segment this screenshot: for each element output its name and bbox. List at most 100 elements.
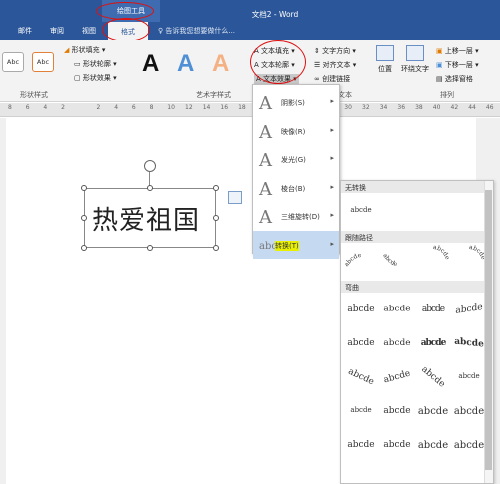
position-button[interactable]: 位置 <box>368 45 402 85</box>
menu-item-label: 映像(R) <box>281 127 306 136</box>
tell-me-search[interactable]: ♀ 告诉我您想要做什么... <box>158 26 235 36</box>
warp-sample[interactable]: abcde <box>344 440 378 450</box>
text-direction-button[interactable]: ⇕ 文字方向 ▾ <box>314 46 356 56</box>
path-sample-button[interactable]: abcde <box>452 245 486 279</box>
wordart-style-black[interactable]: A <box>142 50 159 78</box>
tab-review[interactable]: 审阅 <box>50 26 64 36</box>
gallery-scroll-thumb[interactable] <box>485 190 492 470</box>
path-sample-arch-down[interactable]: abcde <box>380 245 414 279</box>
ruler-tick: 2 <box>61 104 65 111</box>
no-transform-header: 无转换 <box>341 181 485 193</box>
send-backward-icon: ▣ <box>436 61 443 69</box>
wordart-styles-group-label: 艺术字样式 <box>196 91 231 99</box>
shape-outline-button[interactable]: ▭ 形状轮廓 ▾ <box>74 59 117 69</box>
link-icon: ∞ <box>314 75 320 83</box>
menu-item-transform[interactable]: abc 转换(T) ▸ <box>253 230 339 259</box>
shape-style-swatch-2[interactable]: Abc <box>32 52 54 72</box>
wordart-style-blue[interactable]: A <box>177 50 194 78</box>
selection-pane-button[interactable]: ▤ 选择窗格 <box>436 74 473 84</box>
tab-view[interactable]: 视图 <box>82 26 96 36</box>
submenu-arrow-icon: ▸ <box>330 239 334 248</box>
glow-icon: A <box>259 150 272 171</box>
shape-fill-button[interactable]: ◢ 形状填充 ▾ <box>64 45 105 55</box>
warp-sample[interactable]: abcde <box>344 406 378 414</box>
svg-text:abcde: abcde <box>344 252 362 268</box>
warp-sample[interactable]: abcde <box>452 440 486 451</box>
layout-options-icon[interactable] <box>228 191 242 204</box>
path-sample-arch-up[interactable]: abcde <box>344 245 378 279</box>
menu-item-glow[interactable]: A 发光(G) ▸ <box>253 145 339 173</box>
send-backward-button[interactable]: ▣ 下移一层 ▾ <box>436 60 479 70</box>
resize-handle-top-right[interactable] <box>213 185 219 191</box>
shape-outline-icon: ▭ <box>74 60 81 68</box>
warp-sample[interactable]: abcde <box>416 406 450 417</box>
bring-forward-button[interactable]: ▣ 上移一层 ▾ <box>436 46 479 56</box>
rotate-handle-stem <box>149 172 150 186</box>
menu-item-shadow[interactable]: A 阴影(S) ▸ <box>253 88 339 116</box>
arrange-group-label: 排列 <box>440 91 454 99</box>
bevel-icon: A <box>259 178 272 200</box>
wordart-style-orange[interactable]: A <box>212 50 229 78</box>
bring-forward-icon: ▣ <box>436 47 443 55</box>
warp-sample[interactable]: abcde <box>452 372 486 380</box>
warp-sample[interactable]: abcde <box>452 406 486 417</box>
tab-mail[interactable]: 邮件 <box>18 26 32 36</box>
resize-handle-bottom-left[interactable] <box>81 245 87 251</box>
shape-fill-label: 形状填充 ▾ <box>71 46 106 54</box>
warp-sample[interactable]: abcde <box>380 339 414 348</box>
shape-style-swatch-1[interactable]: Abc <box>2 52 24 72</box>
resize-handle-top[interactable] <box>147 185 153 191</box>
shape-styles-group-label: 形状样式 <box>20 91 48 99</box>
ruler-tick: 8 <box>149 104 154 111</box>
resize-handle-top-left[interactable] <box>81 185 87 191</box>
follow-path-header: 跟随路径 <box>341 231 485 243</box>
create-link-button[interactable]: ∞ 创建链接 <box>314 74 350 84</box>
warp-sample[interactable]: abcde <box>416 440 450 451</box>
ruler-tick: 32 <box>362 104 370 111</box>
transform-gallery <box>340 180 494 484</box>
menu-item-label: 转换(T) <box>275 240 299 251</box>
text-box-content[interactable]: 热爱祖国 <box>92 200 200 237</box>
warp-sample[interactable]: abcde <box>344 304 378 314</box>
align-text-icon: ☰ <box>314 61 321 69</box>
ruler-tick: 36 <box>397 104 406 111</box>
shape-effects-button[interactable]: ▢ 形状效果 ▾ <box>74 73 117 83</box>
warp-sample[interactable]: abcde <box>416 338 450 348</box>
wrap-text-button[interactable]: 环绕文字 <box>398 45 432 85</box>
menu-item-label: 阴影(S) <box>281 99 305 107</box>
align-text-button[interactable]: ☰ 对齐文本 ▾ <box>314 60 356 70</box>
warp-sample[interactable]: abcde <box>380 406 414 416</box>
gallery-no-transform[interactable]: abcde <box>344 206 378 214</box>
submenu-arrow-icon: ▸ <box>330 154 334 162</box>
resize-handle-left[interactable] <box>81 215 87 221</box>
warp-sample[interactable]: abcde <box>380 305 414 314</box>
3d-rotation-icon: A <box>259 207 272 228</box>
ruler-tick: 42 <box>450 104 459 111</box>
selection-pane-icon: ▤ <box>436 75 443 83</box>
menu-item-label: 发光(G) <box>281 156 306 164</box>
position-icon <box>376 45 394 61</box>
menu-item-bevel[interactable]: A 棱台(B) ▸ <box>253 174 339 202</box>
menu-item-label: 棱台(B) <box>281 184 306 193</box>
warp-sample[interactable]: abcde <box>344 338 378 348</box>
submenu-arrow-icon: ▸ <box>330 125 334 134</box>
path-sample-circle[interactable]: abcde <box>416 245 450 279</box>
text-group-label: 文本 <box>338 91 352 99</box>
menu-item-reflection[interactable]: A 映像(R) ▸ <box>253 117 339 145</box>
ruler-tick: 14 <box>202 104 211 111</box>
resize-handle-right[interactable] <box>213 215 219 221</box>
bring-forward-label: 上移一层 ▾ <box>444 47 479 55</box>
warp-sample[interactable]: abcde <box>380 440 414 450</box>
warp-sample[interactable]: abcde <box>416 304 450 314</box>
resize-handle-bottom[interactable] <box>147 245 153 251</box>
submenu-arrow-icon: ▸ <box>330 211 334 219</box>
ruler-tick: 2 <box>96 104 101 111</box>
ruler-tick: 34 <box>379 104 388 111</box>
resize-handle-bottom-right[interactable] <box>213 245 219 251</box>
rotate-handle-icon[interactable] <box>144 160 156 172</box>
menu-item-label: 三维旋转(D) <box>281 213 320 221</box>
ruler-tick: 46 <box>485 104 494 111</box>
menu-item-3d-rotation[interactable]: A 三维旋转(D) ▸ <box>253 202 339 230</box>
create-link-label: 创建链接 <box>322 75 351 83</box>
svg-text:abcde: abcde <box>433 245 450 261</box>
